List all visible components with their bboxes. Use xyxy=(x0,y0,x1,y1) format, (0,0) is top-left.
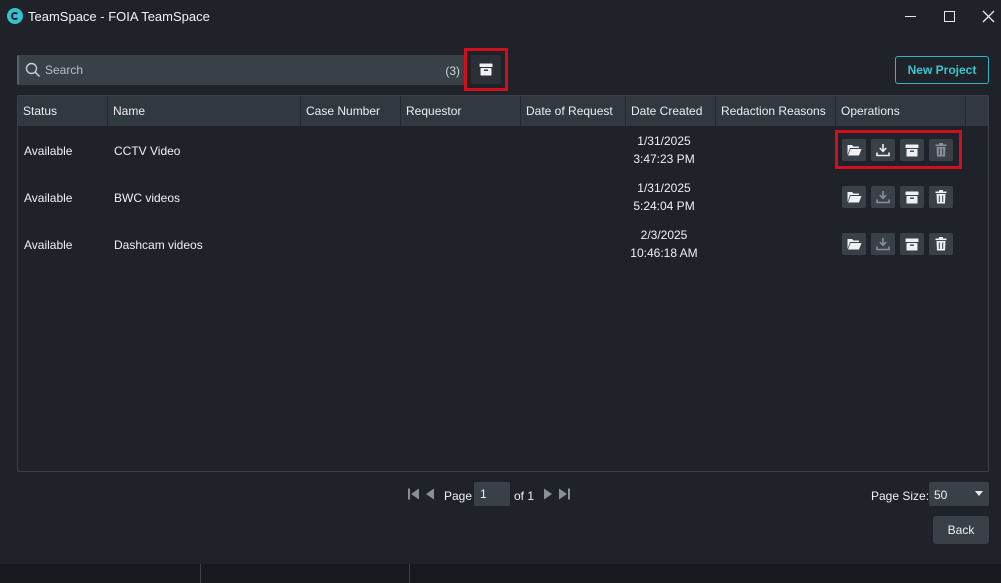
first-page-icon[interactable] xyxy=(407,487,421,501)
status-cell: Available xyxy=(24,238,73,252)
open-project-button[interactable] xyxy=(842,233,866,255)
back-button[interactable]: Back xyxy=(933,516,989,544)
trash-icon xyxy=(935,237,947,251)
name-cell: CCTV Video xyxy=(114,144,181,158)
date-created-time: 3:47:23 PM xyxy=(633,152,695,166)
download-icon xyxy=(876,238,890,251)
minimize-button[interactable] xyxy=(890,0,930,32)
page-label: Page xyxy=(444,489,473,503)
maximize-button[interactable] xyxy=(929,0,969,32)
date-created-date: 1/31/2025 xyxy=(637,134,691,148)
operations-group xyxy=(842,186,953,208)
page-size-select[interactable]: 50 xyxy=(929,482,989,506)
maximize-icon xyxy=(943,10,955,22)
show-archived-button[interactable] xyxy=(471,55,501,84)
search-box[interactable]: (3) xyxy=(17,55,465,85)
date-created-time: 10:46:18 AM xyxy=(630,246,698,260)
archive-button[interactable] xyxy=(900,233,924,255)
page-number-input[interactable] xyxy=(474,482,510,506)
date-created-date: 2/3/2025 xyxy=(640,228,688,242)
column-header-name[interactable]: Name xyxy=(108,96,301,126)
page-size-value: 50 xyxy=(934,488,948,502)
column-header-operations: Operations xyxy=(836,96,966,126)
delete-button[interactable] xyxy=(929,233,953,255)
page-count-label: of 1 xyxy=(514,489,535,503)
column-header-case-number[interactable]: Case Number xyxy=(301,96,401,126)
trash-icon xyxy=(935,190,947,204)
table-row[interactable]: Available Dashcam videos 2/3/2025 10:46:… xyxy=(18,221,988,268)
taskbar-divider xyxy=(409,564,410,583)
chevron-down-icon xyxy=(975,491,983,496)
search-result-count: (3) xyxy=(445,64,460,78)
operations-highlight xyxy=(835,130,962,169)
next-page-icon[interactable] xyxy=(543,487,554,501)
name-cell: Dashcam videos xyxy=(114,238,203,252)
app-logo-icon xyxy=(7,8,23,24)
close-button[interactable] xyxy=(968,0,1001,32)
date-created-cell: 1/31/2025 5:24:04 PM xyxy=(619,179,709,215)
search-input[interactable] xyxy=(45,55,425,85)
column-header-redaction-reasons[interactable]: Redaction Reasons xyxy=(716,96,836,126)
open-folder-icon xyxy=(847,192,861,203)
taskbar-divider xyxy=(200,564,201,583)
title-bar: TeamSpace - FOIA TeamSpace xyxy=(0,0,1001,32)
archive-icon xyxy=(905,238,919,250)
date-created-cell: 1/31/2025 3:47:23 PM xyxy=(619,132,709,168)
archive-icon xyxy=(905,191,919,203)
archive-icon xyxy=(479,63,493,76)
download-button[interactable] xyxy=(871,186,895,208)
open-folder-icon xyxy=(847,239,861,250)
previous-page-icon[interactable] xyxy=(424,487,435,501)
new-project-button[interactable]: New Project xyxy=(895,56,989,84)
close-icon xyxy=(982,10,994,22)
minimize-icon xyxy=(904,15,916,17)
operations-group xyxy=(842,233,953,255)
window-title: TeamSpace - FOIA TeamSpace xyxy=(28,9,210,24)
column-header-date-created[interactable]: Date Created xyxy=(626,96,716,126)
download-button[interactable] xyxy=(871,233,895,255)
table-header: Status Name Case Number Requestor Date o… xyxy=(18,96,988,126)
name-cell: BWC videos xyxy=(114,191,181,205)
date-created-cell: 2/3/2025 10:46:18 AM xyxy=(619,226,709,262)
page-size-label: Page Size: xyxy=(871,489,930,503)
taskbar xyxy=(0,564,1001,583)
column-header-requestor[interactable]: Requestor xyxy=(401,96,521,126)
last-page-icon[interactable] xyxy=(557,487,571,501)
status-cell: Available xyxy=(24,144,73,158)
date-created-date: 1/31/2025 xyxy=(637,181,691,195)
status-cell: Available xyxy=(24,191,73,205)
archive-button[interactable] xyxy=(900,186,924,208)
archive-toggle-highlight xyxy=(464,48,508,91)
column-header-date-of-request[interactable]: Date of Request xyxy=(521,96,626,126)
table-row[interactable]: Available BWC videos 1/31/2025 5:24:04 P… xyxy=(18,174,988,221)
column-header-status[interactable]: Status xyxy=(18,96,108,126)
search-icon xyxy=(25,62,41,78)
delete-button[interactable] xyxy=(929,186,953,208)
download-icon xyxy=(876,191,890,204)
open-project-button[interactable] xyxy=(842,186,866,208)
date-created-time: 5:24:04 PM xyxy=(633,199,695,213)
